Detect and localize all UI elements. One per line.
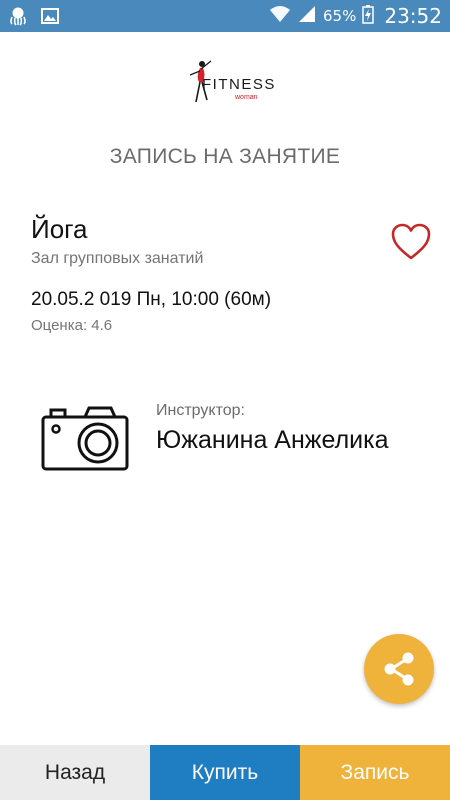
class-datetime: 20.05.2 019 Пн, 10:00 (60м): [31, 289, 272, 310]
heart-outline-icon: [391, 223, 431, 260]
status-left-icons: [8, 6, 60, 31]
logo-text: FITNESS: [202, 76, 276, 93]
status-bar: 65% 23:52: [0, 0, 450, 32]
back-button[interactable]: Назад: [0, 745, 150, 800]
status-right: 65% 23:52: [269, 0, 442, 32]
class-rating: Оценка: 4.6: [31, 317, 113, 334]
buy-button[interactable]: Купить: [150, 745, 300, 800]
book-button[interactable]: Запись: [300, 745, 450, 800]
class-name: Йога: [31, 214, 88, 244]
fitness-logo: FITNESS woman: [182, 58, 274, 104]
clock: 23:52: [384, 4, 442, 28]
battery-charging-icon: [362, 4, 375, 29]
share-icon: [384, 652, 414, 686]
battery-percent: 65%: [323, 7, 357, 25]
page-title: ЗАПИСЬ НА ЗАНЯТИЕ: [109, 145, 341, 168]
image-icon: [40, 6, 60, 31]
octopus-icon: [8, 6, 28, 31]
bottom-action-bar: Назад Купить Запись: [0, 745, 450, 800]
favorite-button[interactable]: [390, 222, 432, 262]
instructor-photo: [41, 405, 129, 471]
instructor-name: Южанина Анжелика: [156, 426, 389, 454]
share-button[interactable]: [364, 634, 434, 704]
hall-name: Зал групповых занатий: [31, 250, 204, 267]
signal-icon: [297, 4, 317, 29]
logo-subtext: woman: [235, 94, 258, 101]
wifi-icon: [269, 4, 291, 29]
camera-icon: [41, 406, 129, 471]
instructor-label: Инструктор:: [156, 402, 245, 419]
